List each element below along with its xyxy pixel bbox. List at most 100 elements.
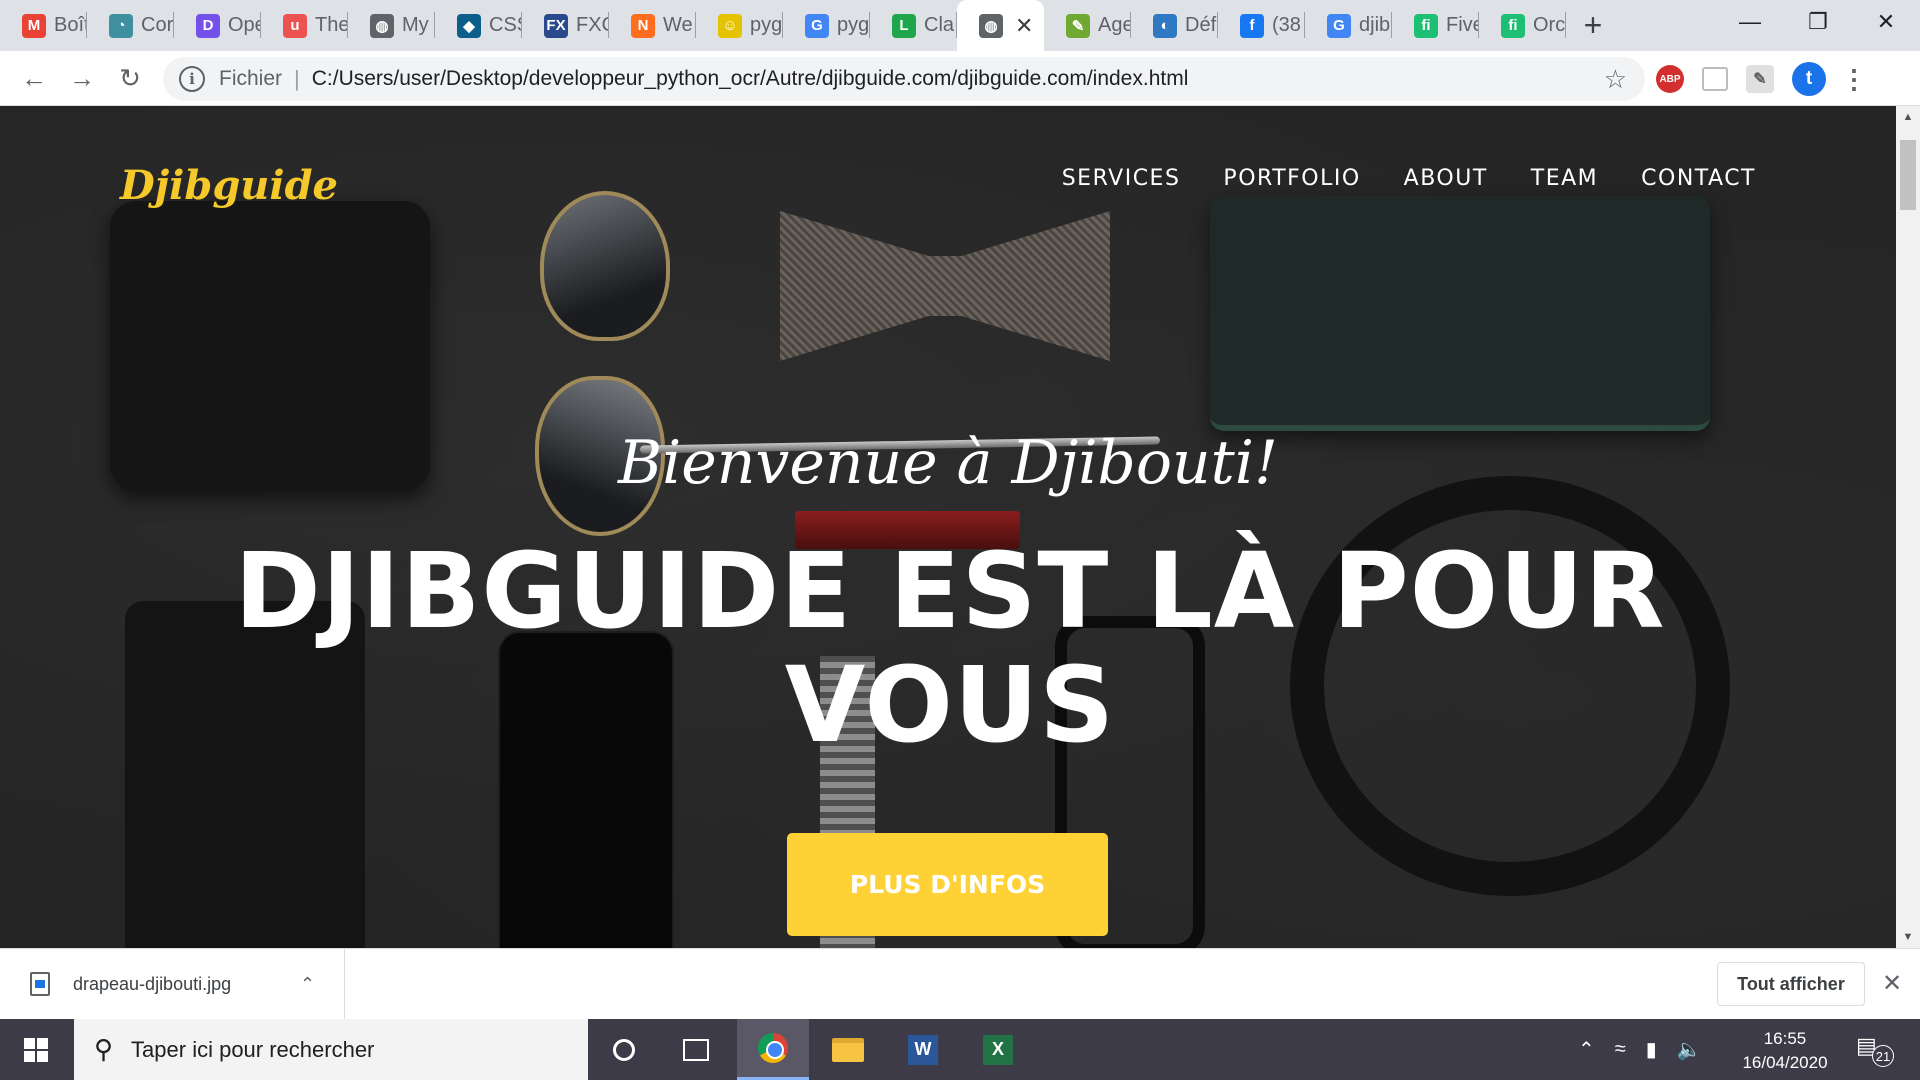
taskbar-search-box[interactable]: ⚲ Taper ici pour rechercher bbox=[74, 1019, 588, 1080]
action-center-button[interactable]: ▤ 21 bbox=[1856, 1033, 1894, 1067]
browser-tab[interactable]: ◍ ✕ bbox=[957, 0, 1044, 51]
browser-tab[interactable]: FX FXC bbox=[522, 0, 609, 51]
browser-tab[interactable]: L Cla bbox=[870, 0, 957, 51]
url-scheme-label: Fichier bbox=[219, 67, 283, 90]
page-viewport: Djibguide SERVICES PORTFOLIO ABOUT TEAM … bbox=[0, 106, 1896, 948]
cortana-button[interactable] bbox=[588, 1019, 660, 1080]
volume-icon[interactable]: 🔈 bbox=[1677, 1037, 1702, 1062]
search-placeholder: Taper ici pour rechercher bbox=[131, 1036, 375, 1062]
adblock-icon[interactable]: ABP bbox=[1656, 65, 1684, 93]
tab-title: Ope bbox=[228, 14, 261, 36]
pdf-icon[interactable]: ✎ bbox=[1746, 65, 1774, 93]
search-icon: ⚲ bbox=[94, 1034, 114, 1064]
close-tab-icon[interactable]: ✕ bbox=[1015, 13, 1033, 39]
battery-icon[interactable]: ▮ bbox=[1646, 1037, 1657, 1062]
udemy-icon: u bbox=[283, 13, 307, 38]
nav-link-about[interactable]: ABOUT bbox=[1404, 166, 1488, 191]
pygame-icon: ☺ bbox=[718, 13, 742, 38]
bowtie-image bbox=[780, 211, 1110, 361]
browser-tab[interactable]: ◍ My bbox=[348, 0, 435, 51]
windows-logo-icon bbox=[24, 1037, 48, 1062]
taskbar-chrome[interactable] bbox=[737, 1019, 809, 1080]
browser-tab[interactable]: Gpyg bbox=[783, 0, 870, 51]
system-clock[interactable]: 16:55 16/04/2020 bbox=[1730, 1027, 1840, 1075]
hero-subtitle: Bienvenue à Djibouti! bbox=[617, 428, 1279, 498]
system-tray: ⌃ ≈ ▮ 🔈 bbox=[1578, 1019, 1702, 1080]
excel-icon: X bbox=[983, 1034, 1013, 1065]
show-all-downloads-button[interactable]: Tout afficher bbox=[1717, 962, 1865, 1006]
globe-icon: ◍ bbox=[979, 13, 1003, 38]
bookmark-star-icon[interactable]: ☆ bbox=[1604, 64, 1627, 95]
back-button[interactable]: ← bbox=[10, 54, 58, 102]
browser-tab[interactable]: ◆ CSS bbox=[435, 0, 522, 51]
chevron-up-icon[interactable]: ⌃ bbox=[1578, 1037, 1595, 1062]
windows-taskbar: ⚲ Taper ici pour rechercher W X ⌃ ≈ ▮ 🔈 … bbox=[0, 1019, 1920, 1080]
notification-count: 21 bbox=[1872, 1045, 1894, 1067]
start-button[interactable] bbox=[0, 1019, 72, 1080]
tab-title: Orc bbox=[1533, 14, 1566, 36]
nav-link-contact[interactable]: CONTACT bbox=[1641, 166, 1756, 191]
css-icon: ◆ bbox=[457, 13, 481, 38]
scroll-down-arrow-icon[interactable]: ▼ bbox=[1896, 926, 1920, 948]
wifi-icon[interactable]: ≈ bbox=[1615, 1038, 1626, 1061]
task-view-button[interactable] bbox=[660, 1019, 732, 1080]
browser-tab[interactable]: ◔ Cor bbox=[87, 0, 174, 51]
task-view-icon bbox=[683, 1038, 709, 1061]
clock-time: 16:55 bbox=[1763, 1029, 1807, 1048]
leaf-icon: ✎ bbox=[1066, 13, 1090, 38]
url-text[interactable]: C:/Users/user/Desktop/developpeur_python… bbox=[312, 67, 1189, 91]
nav-link-services[interactable]: SERVICES bbox=[1062, 166, 1181, 191]
browser-tab[interactable]: Gdjib bbox=[1305, 0, 1392, 51]
browser-tab[interactable]: ☺ pyg bbox=[696, 0, 783, 51]
restore-button[interactable]: ❐ bbox=[1784, 0, 1852, 44]
profile-avatar[interactable]: t bbox=[1792, 62, 1826, 96]
page-scrollbar[interactable]: ▲ ▼ bbox=[1896, 106, 1920, 948]
tab-title: Cor bbox=[141, 14, 174, 36]
l-icon: L bbox=[892, 13, 916, 38]
info-icon[interactable]: i bbox=[179, 66, 205, 92]
browser-tab[interactable]: f (38 bbox=[1218, 0, 1305, 51]
minimize-button[interactable]: — bbox=[1716, 0, 1784, 44]
browser-tab[interactable]: N We bbox=[609, 0, 696, 51]
clock-date: 16/04/2020 bbox=[1742, 1053, 1828, 1072]
tab-title: CSS bbox=[489, 14, 522, 36]
pocket-icon[interactable] bbox=[1702, 67, 1728, 91]
browser-tab[interactable]: M Boît bbox=[0, 0, 87, 51]
scrollbar-thumb[interactable] bbox=[1900, 140, 1916, 210]
download-item[interactable]: drapeau-djibouti.jpg ⌃ bbox=[0, 949, 345, 1019]
google-icon: G bbox=[1327, 13, 1351, 38]
nav-link-portfolio[interactable]: PORTFOLIO bbox=[1223, 166, 1360, 191]
download-shelf: drapeau-djibouti.jpg ⌃ Tout afficher ✕ bbox=[0, 948, 1920, 1019]
address-bar[interactable]: i Fichier | C:/Users/user/Desktop/develo… bbox=[163, 57, 1645, 101]
notebook-image bbox=[1210, 196, 1710, 431]
hero-title: DJIBGUIDE EST LÀ POUR VOUS bbox=[234, 530, 1666, 766]
forward-button[interactable]: → bbox=[58, 54, 106, 102]
taskbar-excel[interactable]: X bbox=[962, 1019, 1034, 1080]
browser-tab[interactable]: D Ope bbox=[174, 0, 261, 51]
tab-title: Five bbox=[1446, 14, 1479, 36]
google-icon: G bbox=[805, 13, 829, 38]
close-window-button[interactable]: ✕ bbox=[1852, 0, 1920, 44]
image-file-icon bbox=[30, 972, 50, 996]
menu-kebab-icon[interactable]: ⋮ bbox=[1841, 64, 1867, 94]
reload-button[interactable]: ↻ bbox=[106, 54, 154, 102]
site-logo[interactable]: Djibguide bbox=[120, 162, 338, 209]
scroll-up-arrow-icon[interactable]: ▲ bbox=[1896, 106, 1920, 128]
browser-tab[interactable]: fi Five bbox=[1392, 0, 1479, 51]
taskbar-file-explorer[interactable] bbox=[812, 1019, 884, 1080]
browser-tab[interactable]: ◐ Déf bbox=[1131, 0, 1218, 51]
more-info-button[interactable]: PLUS D'INFOS bbox=[787, 833, 1108, 936]
download-file-name[interactable]: drapeau-djibouti.jpg bbox=[73, 974, 231, 995]
chevron-up-icon[interactable]: ⌃ bbox=[300, 974, 315, 995]
close-icon[interactable]: ✕ bbox=[1882, 969, 1902, 998]
openclassrooms-icon: D bbox=[196, 13, 220, 38]
taskbar-word[interactable]: W bbox=[887, 1019, 959, 1080]
browser-tab[interactable]: u The bbox=[261, 0, 348, 51]
new-tab-button[interactable]: + bbox=[1566, 0, 1620, 51]
tab-title: FXC bbox=[576, 14, 609, 36]
tab-title: Age bbox=[1098, 14, 1131, 36]
browser-tab[interactable]: fi Orc bbox=[1479, 0, 1566, 51]
browser-tab[interactable]: ✎ Age bbox=[1044, 0, 1131, 51]
nav-link-team[interactable]: TEAM bbox=[1531, 166, 1598, 191]
site-nav: SERVICES PORTFOLIO ABOUT TEAM CONTACT bbox=[1062, 166, 1756, 191]
